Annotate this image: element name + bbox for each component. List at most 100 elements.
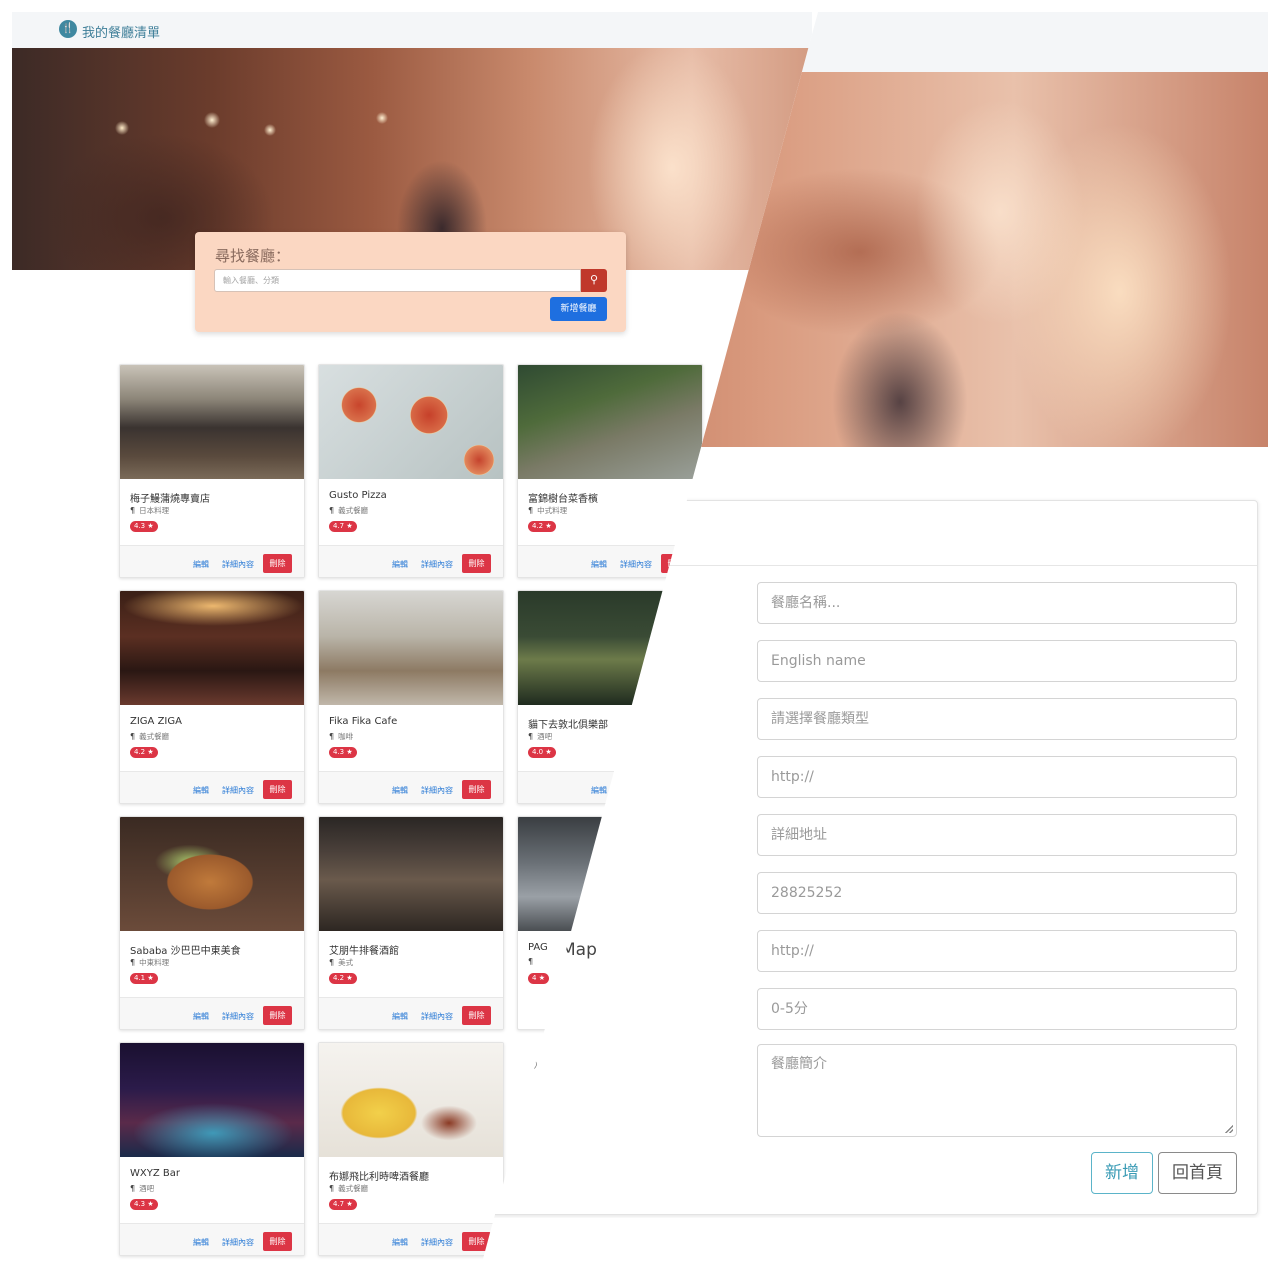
edit-link[interactable]: 編輯	[193, 559, 209, 570]
rating-value: 4	[532, 974, 537, 982]
rating-badge: 4.2 ★	[329, 973, 357, 984]
detail-link[interactable]: 詳細內容	[421, 785, 453, 796]
detail-link[interactable]: 詳細內容	[222, 785, 254, 796]
composite-screenshot: Map ⎋ 餐廳名稱... English name 請選擇餐廳類型 http:…	[0, 0, 1280, 1280]
resize-handle-icon[interactable]	[1225, 1125, 1233, 1133]
edit-link[interactable]: 編輯	[193, 1011, 209, 1022]
category-text: 酒吧	[537, 732, 553, 741]
star-icon: ★	[147, 1200, 154, 1208]
delete-button[interactable]: 刪除	[462, 554, 491, 573]
restaurant-photo[interactable]	[120, 817, 304, 931]
restaurant-category: ¶ 義式餐廳	[329, 1183, 368, 1194]
delete-button[interactable]: 刪除	[462, 1232, 491, 1251]
edit-link[interactable]: 編輯	[591, 785, 607, 796]
new-restaurant-button[interactable]: 新增餐廳	[550, 297, 607, 321]
edit-link[interactable]: 編輯	[193, 785, 209, 796]
rating-badge: 4.2 ★	[528, 521, 556, 532]
category-text: 義式餐廳	[139, 732, 170, 741]
add-button[interactable]: 新增	[1091, 1152, 1153, 1194]
category-text: 日本料理	[139, 506, 170, 515]
category-text: 義式餐廳	[338, 1184, 369, 1193]
rating-input[interactable]: 0-5分	[757, 988, 1237, 1030]
utensils-logo-icon[interactable]: 🍴	[59, 20, 77, 38]
delete-button[interactable]: 刪除	[263, 1232, 292, 1251]
detail-link[interactable]: 詳細內容	[421, 1237, 453, 1248]
edit-link[interactable]: 編輯	[591, 559, 607, 570]
detail-link[interactable]: 詳細內容	[421, 559, 453, 570]
restaurant-card[interactable]: 梅子鰻蒲燒專賣店 ¶ 日本料理 4.3 ★ 編輯 詳細內容 刪除	[119, 364, 305, 578]
english-name-input[interactable]: English name	[757, 640, 1237, 682]
rating-badge: 4.2 ★	[130, 747, 158, 758]
restaurant-card[interactable]: WXYZ Bar ¶ 酒吧 4.3 ★ 編輯 詳細內容 刪除	[119, 1042, 305, 1256]
detail-link[interactable]: 詳細內容	[421, 1011, 453, 1022]
restaurant-name: 富錦樹台菜香檳	[528, 494, 598, 505]
delete-button[interactable]: 刪除	[462, 780, 491, 799]
rating-value: 4.1	[134, 974, 146, 982]
google-map-input[interactable]: http://	[757, 930, 1237, 972]
restaurant-photo[interactable]	[319, 365, 503, 479]
utensils-icon: ¶	[130, 1184, 136, 1193]
search-input[interactable]: 輸入餐廳、分類	[214, 269, 581, 292]
star-icon: ★	[346, 522, 353, 530]
restaurant-card[interactable]: 艾朋牛排餐酒館 ¶ 美式 4.2 ★ 編輯 詳細內容 刪除	[318, 816, 504, 1030]
rating-value: 4.2	[333, 974, 345, 982]
edit-link[interactable]: 編輯	[392, 1011, 408, 1022]
edit-link[interactable]: 編輯	[392, 1237, 408, 1248]
category-select[interactable]: 請選擇餐廳類型	[757, 698, 1237, 740]
delete-button[interactable]: 刪除	[263, 780, 292, 799]
utensils-icon: ¶	[528, 732, 534, 741]
restaurant-card[interactable]: Sababa 沙巴巴中東美食 ¶ 中東料理 4.1 ★ 編輯 詳細內容 刪除	[119, 816, 305, 1030]
restaurant-photo[interactable]	[120, 365, 304, 479]
restaurant-card[interactable]: ZIGA ZIGA ¶ 義式餐廳 4.2 ★ 編輯 詳細內容 刪除	[119, 590, 305, 804]
image-url-input[interactable]: http://	[757, 756, 1237, 798]
home-button[interactable]: 回首頁	[1158, 1152, 1237, 1194]
restaurant-category: ¶ 日本料理	[130, 505, 169, 516]
restaurant-photo[interactable]	[518, 365, 702, 479]
card-footer: 編輯 詳細內容 刪除	[120, 545, 304, 577]
card-footer: 編輯 詳細內容 刪除	[319, 771, 503, 803]
utensils-icon: ¶	[528, 506, 534, 515]
restaurant-card[interactable]: Fika Fika Cafe ¶ 咖啡 4.3 ★ 編輯 詳細內容 刪除	[318, 590, 504, 804]
address-input[interactable]: 詳細地址	[757, 814, 1237, 856]
detail-link[interactable]: 詳細內容	[222, 559, 254, 570]
restaurant-photo[interactable]	[120, 1043, 304, 1157]
rating-value: 4.2	[532, 522, 544, 530]
card-footer: 編輯 詳細內容 刪除	[319, 997, 503, 1029]
detail-link[interactable]: 詳細內容	[222, 1011, 254, 1022]
delete-button[interactable]: 刪除	[462, 1006, 491, 1025]
search-button[interactable]: ⚲	[581, 269, 607, 292]
restaurant-category: ¶ 酒吧	[528, 731, 552, 742]
restaurant-category: ¶ 義式餐廳	[130, 731, 169, 742]
delete-button[interactable]: 刪除	[263, 554, 292, 573]
delete-button[interactable]: 刪除	[263, 1006, 292, 1025]
utensils-icon: ¶	[329, 732, 335, 741]
restaurant-category: ¶ 義式餐廳	[329, 505, 368, 516]
brand-title[interactable]: 我的餐廳清單	[82, 22, 160, 41]
category-text: 義式餐廳	[338, 506, 369, 515]
rating-badge: 4.1 ★	[130, 973, 158, 984]
rating-value: 4.3	[333, 748, 345, 756]
restaurant-photo[interactable]	[319, 1043, 503, 1157]
phone-input[interactable]: 28825252	[757, 872, 1237, 914]
restaurant-name: 布娜飛比利時啤酒餐廳	[329, 1172, 429, 1183]
restaurant-card[interactable]: 布娜飛比利時啤酒餐廳 ¶ 義式餐廳 4.7 ★ 編輯 詳細內容 刪除	[318, 1042, 504, 1256]
restaurant-photo[interactable]	[319, 817, 503, 931]
category-text: 酒吧	[139, 1184, 155, 1193]
rating-value: 4.0	[532, 748, 544, 756]
restaurant-photo[interactable]	[120, 591, 304, 705]
edit-link[interactable]: 編輯	[392, 559, 408, 570]
restaurant-name: Sababa 沙巴巴中東美食	[130, 946, 241, 957]
category-text: 中式料理	[537, 506, 568, 515]
edit-link[interactable]: 編輯	[193, 1237, 209, 1248]
detail-link[interactable]: 詳細內容	[620, 559, 652, 570]
description-textarea[interactable]: 餐廳簡介	[757, 1044, 1237, 1137]
star-icon: ★	[346, 748, 353, 756]
category-text: 美式	[338, 958, 354, 967]
rating-badge: 4 ★	[528, 973, 549, 984]
restaurant-card[interactable]: Gusto Pizza ¶ 義式餐廳 4.7 ★ 編輯 詳細內容 刪除	[318, 364, 504, 578]
detail-link[interactable]: 詳細內容	[222, 1237, 254, 1248]
edit-link[interactable]: 編輯	[392, 785, 408, 796]
name-input[interactable]: 餐廳名稱...	[757, 582, 1237, 624]
rating-value: 4.3	[134, 522, 146, 530]
restaurant-photo[interactable]	[319, 591, 503, 705]
